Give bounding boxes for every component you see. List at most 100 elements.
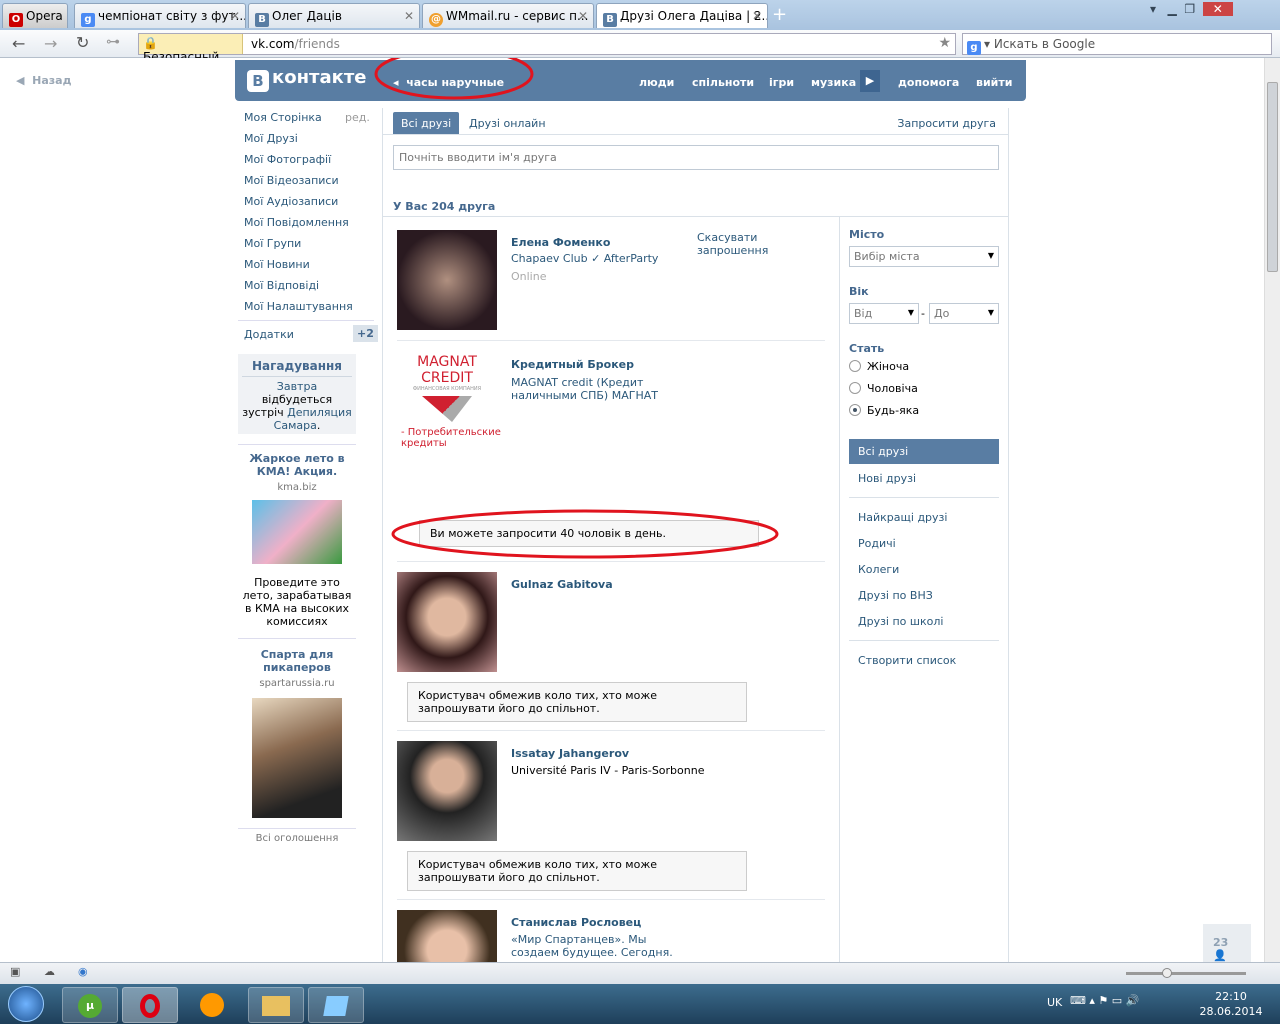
online-counter[interactable]: 23 👤 [1203,924,1251,962]
back-link[interactable]: ◀ Назад [16,74,71,87]
sex-male-radio[interactable]: Чоловіча [849,382,918,395]
url-field[interactable]: vk.com/friends ★ [138,33,956,55]
security-badge[interactable]: 🔒 Безопасный [139,34,243,64]
tab-wmmail[interactable]: @ WMmail.ru - сервис п... ✕ [422,3,594,28]
all-ads-link[interactable]: Всі оголошення [238,833,356,844]
bookmark-star-icon[interactable]: ★ [938,35,951,51]
menu-videos[interactable]: Мої Відеозаписи [244,174,339,187]
zoom-slider[interactable] [1126,968,1246,978]
handshake-icon [422,396,472,422]
sex-any-radio[interactable]: Будь-яка [849,404,919,417]
close-tab-icon[interactable]: ✕ [578,9,588,23]
menu-messages[interactable]: Мої Повідомлення [244,216,349,229]
age-to-select[interactable]: До [929,303,999,324]
friend-name[interactable]: Issatay Jahangerov [511,747,629,760]
speed-dial-icon[interactable]: ◉ [78,965,88,978]
list-new-friends[interactable]: Нові друзі [858,472,916,485]
clock[interactable]: 22:10 28.06.2014 [1196,989,1266,1019]
tray-icons[interactable]: ⌨ ▴ ⚑ ▭ 🔊 [1070,994,1139,1007]
page: ◀ Назад В контакте ◂ часы наручные люди … [0,58,1264,962]
list-university[interactable]: Друзі по ВНЗ [858,589,933,602]
nav-help[interactable]: допомога [898,76,959,89]
key-icon[interactable]: ⊶ [106,34,120,50]
menu-news[interactable]: Мої Новини [244,258,310,271]
close-tab-icon[interactable]: ✕ [404,9,414,23]
vk-logo[interactable]: В [247,70,269,92]
menu-audio[interactable]: Мої Аудіозаписи [244,195,338,208]
menu-my-page[interactable]: Моя Сторінка [244,111,322,124]
age-from-select[interactable]: Від [849,303,919,324]
tab-friends-online[interactable]: Друзі онлайн [469,117,546,130]
menu-answers[interactable]: Мої Відповіді [244,279,319,292]
sex-female-radio[interactable]: Жіноча [849,360,909,373]
tab-friends[interactable]: B Друзі Олега Даціва | 2... ✕ [596,3,768,28]
panel-toggle-icon[interactable]: ▣ [10,965,20,978]
aimp-taskbar-icon[interactable] [184,987,240,1023]
ad-block-1[interactable]: Жаркое лето в КМА! Акция. kma.biz Провед… [238,452,356,628]
menu-photos[interactable]: Мої Фотографії [244,153,331,166]
nav-games[interactable]: ігри [769,76,794,89]
invite-friend-link[interactable]: Запросити друга [897,117,996,130]
menu-settings[interactable]: Мої Налаштування [244,300,353,313]
friend-name[interactable]: Gulnaz Gabitova [511,578,613,591]
create-list-link[interactable]: Створити список [858,654,956,667]
close-tab-icon[interactable]: ✕ [752,9,762,23]
list-school[interactable]: Друзі по школі [858,615,943,628]
status-bar: ▣ ☁ ◉ [0,962,1280,984]
start-button[interactable] [8,986,44,1022]
menu-groups[interactable]: Мої Групи [244,237,301,250]
friend-info: «Мир Спартанцев». Мы создаем будущее. Се… [511,933,673,959]
google-search-input[interactable]: g ▾ Искать в Google [962,33,1272,55]
cancel-invite-link[interactable]: Скасувати запрошення [697,231,825,257]
tab-all-friends[interactable]: Всі друзі [393,112,460,135]
friend-avatar[interactable] [397,741,497,841]
opera-icon: O [9,13,23,27]
nav-music[interactable]: музика [811,76,856,89]
close-tab-icon[interactable]: ✕ [230,9,240,23]
apps-badge: +2 [353,325,378,342]
friend-name[interactable]: Елена Фоменко [511,236,610,249]
vertical-scrollbar[interactable] [1264,58,1280,962]
google-icon: g [967,41,981,55]
windows-taskbar: µ UK ⌨ ▴ ⚑ ▭ 🔊 22:10 28.06.2014 [0,984,1280,1024]
friend-avatar[interactable] [397,230,497,330]
friend-name[interactable]: Кредитный Брокер [511,358,634,371]
tab-google[interactable]: g чемпіонат світу з фут... ✕ [74,3,246,28]
list-best-friends[interactable]: Найкращі друзі [858,511,947,524]
window-controls[interactable]: ▾ ▁ ❐ ✕ [1150,2,1233,16]
list-relatives[interactable]: Родичі [858,537,896,550]
scroll-thumb[interactable] [1267,82,1278,272]
ad-block-2[interactable]: Спарта для пикаперов spartarussia.ru [238,648,356,818]
forward-icon[interactable]: → [44,34,57,53]
lock-icon: 🔒 [143,36,158,50]
nav-communities[interactable]: спільноти [692,76,754,89]
friend-avatar[interactable] [397,572,497,672]
cloud-icon[interactable]: ☁ [44,965,55,978]
list-colleagues[interactable]: Колеги [858,563,899,576]
explorer-taskbar-icon[interactable] [248,987,304,1023]
app-taskbar-icon[interactable] [308,987,364,1023]
menu-apps[interactable]: Додатки [244,328,294,341]
reminder-box: Нагадування Завтра відбудеться зустріч Д… [238,354,356,434]
city-select[interactable]: Вибір міста [849,246,999,267]
list-all-friends[interactable]: Всі друзі [849,439,999,464]
menu-friends[interactable]: Мої Друзі [244,132,298,145]
utorrent-taskbar-icon[interactable]: µ [62,987,118,1023]
nav-people[interactable]: люди [639,76,674,89]
friend-name[interactable]: Станислав Рословец [511,916,641,929]
tab-oleg[interactable]: B Олег Даців ✕ [248,3,420,28]
music-play-icon[interactable]: ▶ [860,70,880,92]
ad-image-sparta[interactable] [252,698,342,818]
friend-search-input[interactable]: Почніть вводити ім'я друга [393,145,999,170]
vk-logo-text[interactable]: контакте [272,67,366,88]
language-indicator[interactable]: UK [1047,996,1062,1009]
reload-icon[interactable]: ↻ [76,33,89,52]
nav-logout[interactable]: вийти [976,76,1012,89]
back-icon[interactable]: ← [12,34,25,53]
ad-image-pig[interactable] [252,500,342,564]
edit-link[interactable]: ред. [345,111,370,124]
opera-menu-button[interactable]: O Opera [2,3,68,28]
new-tab-button[interactable]: + [772,4,787,25]
opera-taskbar-icon[interactable] [122,987,178,1023]
friend-avatar[interactable] [397,910,497,962]
